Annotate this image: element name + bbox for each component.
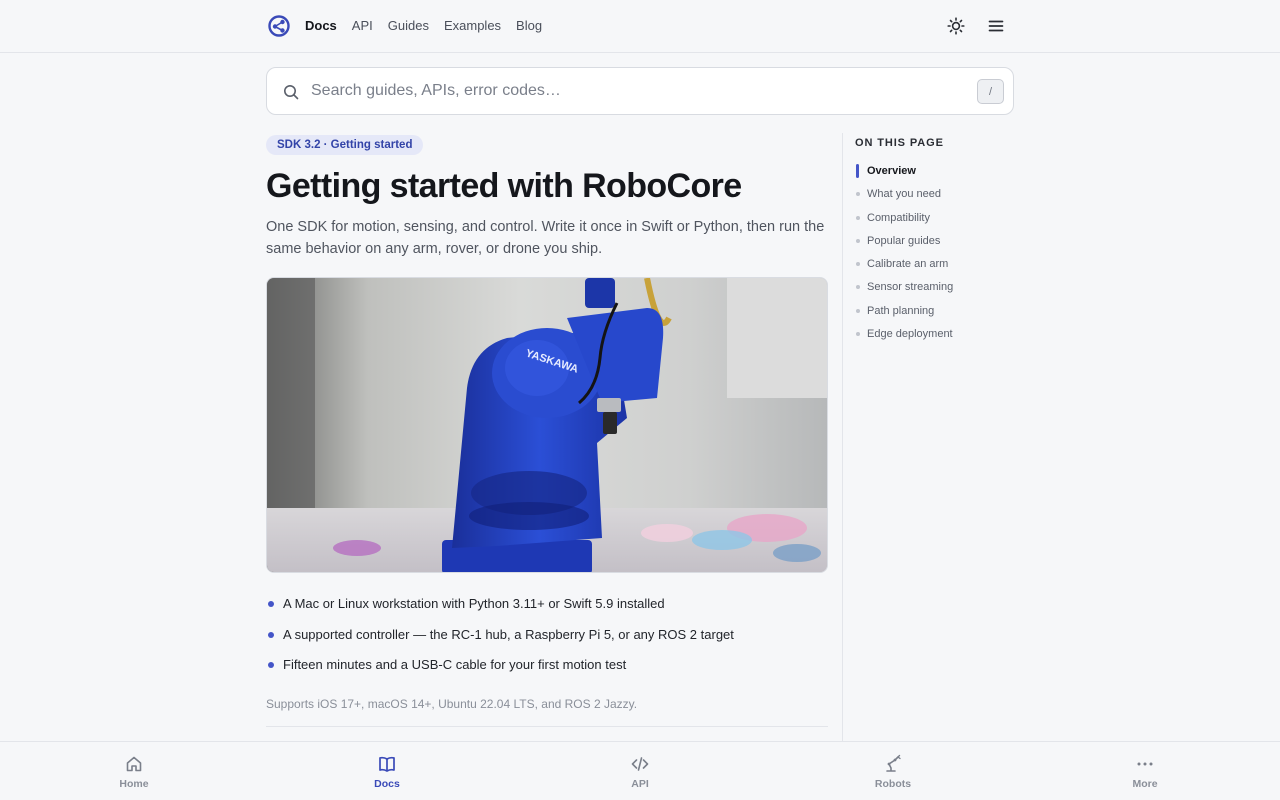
nav-link-docs[interactable]: Docs [305,18,337,34]
tab-label: API [631,778,649,790]
top-navigation: Docs API Guides Examples Blog [0,0,1280,53]
toc-item-calibrate-an-arm[interactable]: Calibrate an arm [855,255,953,278]
toc-item-label: Compatibility [867,211,930,224]
tab-home[interactable]: Home [94,754,174,790]
robot-arm-photo: YASKAWA [267,278,827,572]
toc-item-overview[interactable]: Overview [855,162,953,185]
nav-link-api[interactable]: API [352,18,373,34]
toc-divider [842,133,843,741]
menu-button[interactable] [986,16,1006,36]
toc-list: Overview What you need Compatibility Pop… [855,162,953,348]
toc-dot [856,192,860,197]
code-icon [631,757,649,771]
version-badge: SDK 3.2 · Getting started [266,135,424,155]
search-shortcut-hint: / [977,79,1004,104]
tab-docs[interactable]: Docs [347,754,427,790]
toc-item-compatibility[interactable]: Compatibility [855,209,953,232]
toc-item-label: Popular guides [867,234,941,247]
platform-support-note: Supports iOS 17+, macOS 14+, Ubuntu 22.0… [266,697,638,711]
toc-item-label: Overview [867,165,916,177]
tab-label: Docs [374,778,400,790]
bullet-icon [268,662,274,668]
tab-label: More [1132,778,1158,790]
primary-nav: Docs API Guides Examples Blog [305,18,542,34]
requirement-text: A supported controller — the RC-1 hub, a… [283,626,734,642]
requirements-list: A Mac or Linux workstation with Python 3… [266,594,828,686]
toc-dot [856,215,860,220]
tab-robots[interactable]: Robots [853,754,933,790]
toc-item-what-you-need[interactable]: What you need [855,185,953,208]
list-item: Fifteen minutes and a USB-C cable for yo… [266,655,828,686]
menu-icon [988,20,1004,32]
bullet-icon [268,631,274,638]
toc-item-path-planning[interactable]: Path planning [855,302,953,325]
toc-item-sensor-streaming[interactable]: Sensor streaming [855,278,953,301]
home-icon [126,756,142,772]
search-input[interactable] [311,79,931,103]
list-item: A Mac or Linux workstation with Python 3… [266,594,828,625]
toc-item-popular-guides[interactable]: Popular guides [855,232,953,255]
toc-item-label: What you need [867,188,941,201]
bullet-icon [268,601,274,607]
toc-item-edge-deployment[interactable]: Edge deployment [855,325,953,348]
search-icon [284,85,299,100]
robot-arm-icon [886,754,901,772]
tab-label: Robots [874,778,912,790]
tab-label: Home [119,778,149,790]
section-divider [266,726,828,727]
more-icon [1137,762,1153,766]
page-title: Getting started with RoboCore [266,167,742,205]
toc-dot [856,308,860,313]
tab-more[interactable]: More [1105,754,1185,790]
tab-api[interactable]: API [600,754,680,790]
toc-active-indicator [856,164,859,178]
search-box[interactable]: / [266,67,1014,115]
toc-dot [856,262,860,267]
nav-link-blog[interactable]: Blog [516,18,542,34]
nav-link-guides[interactable]: Guides [388,18,429,34]
requirement-text: A Mac or Linux workstation with Python 3… [283,596,665,611]
toc-dot [856,238,860,243]
book-icon [379,756,395,772]
bottom-tab-bar: Home Docs API Robots More [0,741,1280,800]
toc-dot [856,285,860,290]
sun-icon [947,17,965,35]
list-item: A supported controller — the RC-1 hub, a… [266,625,828,656]
nav-link-examples[interactable]: Examples [444,18,501,34]
toc-heading: On this page [855,137,944,149]
requirement-text: Fifteen minutes and a USB-C cable for yo… [283,657,627,672]
toc-item-label: Sensor streaming [867,281,954,294]
page-lede: One SDK for motion, sensing, and control… [266,219,825,257]
toc-item-label: Edge deployment [867,328,953,341]
toc-item-label: Path planning [867,304,935,317]
logo-icon[interactable] [268,15,290,37]
toc-dot [856,332,860,337]
toc-item-label: Calibrate an arm [867,258,949,271]
hero-image: YASKAWA [266,277,828,573]
theme-toggle-button[interactable] [946,16,966,36]
